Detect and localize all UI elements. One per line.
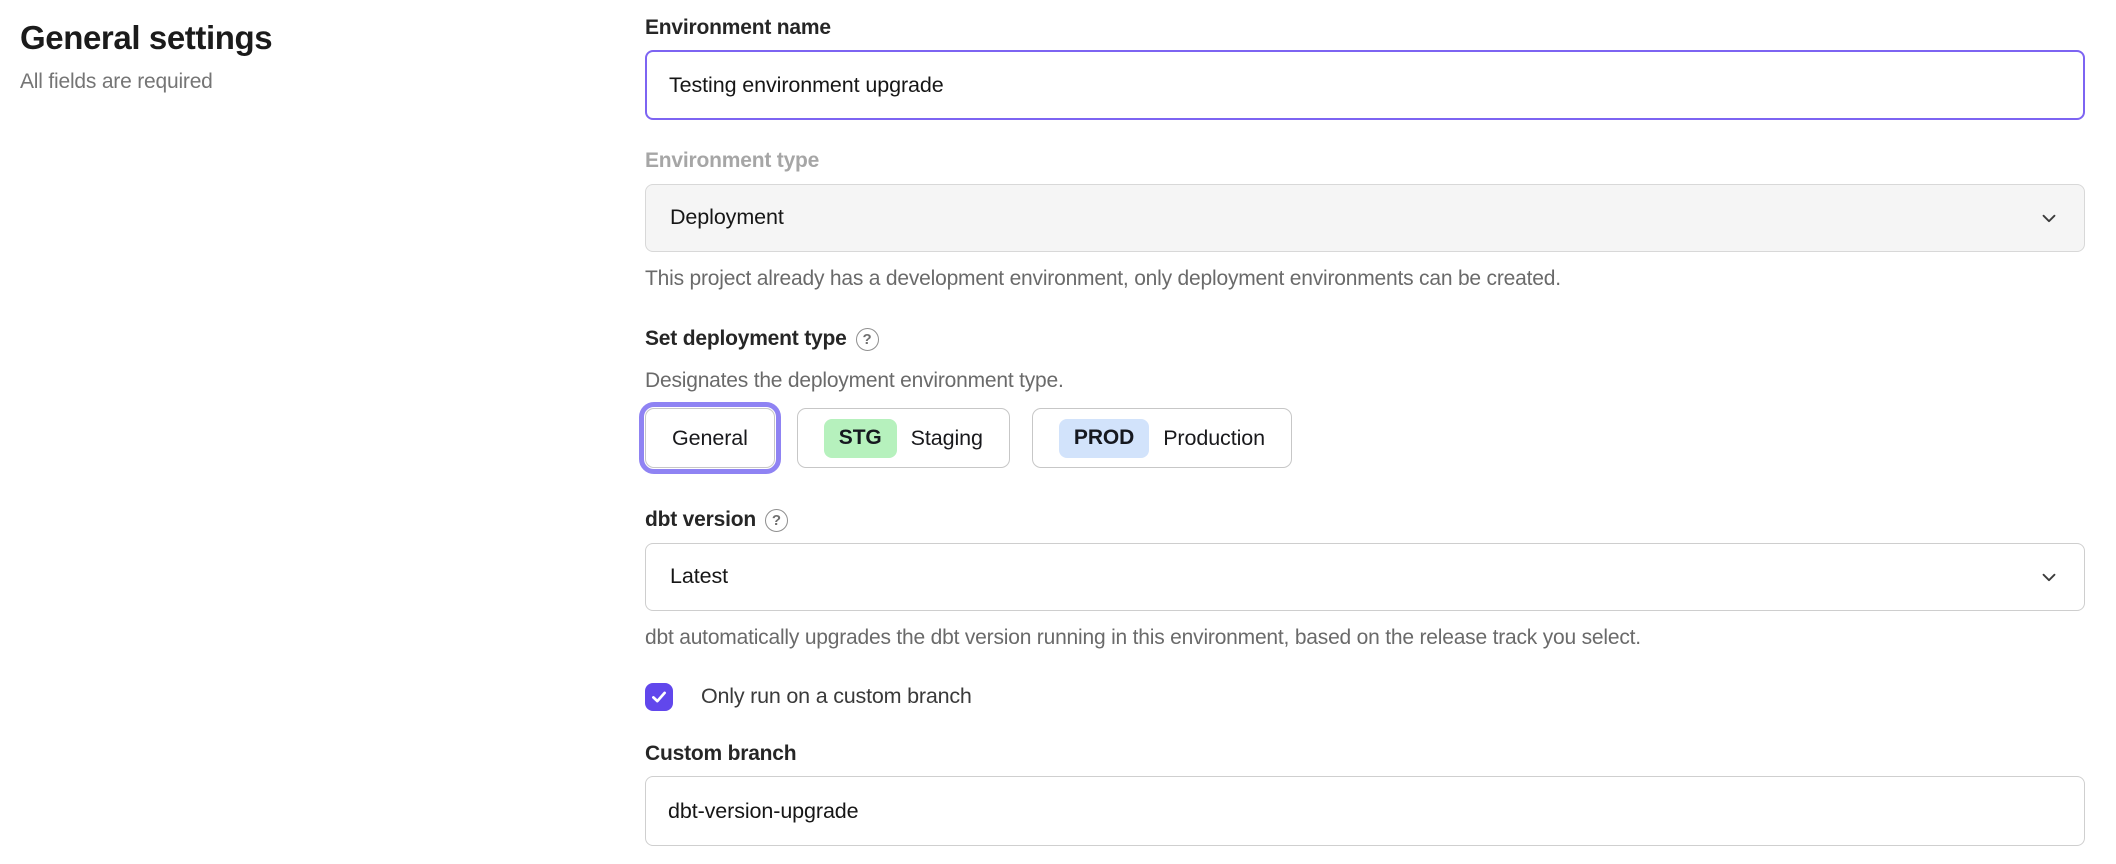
custom-branch-field: Custom branch dbt-version-upgrade (645, 740, 2085, 846)
environment-type-field: Environment type Deployment This project… (645, 147, 2085, 291)
help-icon[interactable]: ? (856, 328, 879, 351)
environment-name-label: Environment name (645, 14, 2085, 42)
general-button-label: General (672, 426, 748, 451)
custom-branch-checkbox[interactable] (645, 683, 673, 711)
staging-button-label: Staging (911, 426, 983, 451)
production-button-label: Production (1163, 426, 1265, 451)
environment-name-input[interactable]: Testing environment upgrade (645, 50, 2085, 120)
dbt-version-value: Latest (670, 564, 728, 589)
environment-settings-page: General settings All fields are required… (0, 0, 2116, 864)
chevron-down-icon (2038, 566, 2060, 588)
page-subtitle: All fields are required (20, 70, 645, 94)
environment-name-field: Environment name Testing environment upg… (645, 14, 2085, 120)
checkmark-icon (650, 688, 668, 706)
dbt-version-helper: dbt automatically upgrades the dbt versi… (645, 625, 2085, 650)
settings-header-column: General settings All fields are required (0, 0, 645, 864)
custom-branch-value: dbt-version-upgrade (668, 799, 859, 824)
dbt-version-select[interactable]: Latest (645, 543, 2085, 611)
environment-type-select[interactable]: Deployment (645, 184, 2085, 252)
settings-form: Environment name Testing environment upg… (645, 0, 2085, 864)
custom-branch-checkbox-row: Only run on a custom branch (645, 683, 2085, 711)
deployment-type-description: Designates the deployment environment ty… (645, 369, 2085, 393)
dbt-version-field: dbt version ? Latest dbt automatically u… (645, 506, 2085, 650)
page-title: General settings (20, 18, 645, 58)
staging-badge: STG (824, 419, 897, 458)
help-icon[interactable]: ? (765, 509, 788, 532)
environment-type-label: Environment type (645, 147, 2085, 175)
deployment-type-production-button[interactable]: PROD Production (1032, 408, 1292, 468)
chevron-down-icon (2038, 207, 2060, 229)
production-badge: PROD (1059, 419, 1149, 458)
dbt-version-label: dbt version (645, 506, 756, 534)
deployment-type-field: Set deployment type ? Designates the dep… (645, 325, 2085, 468)
environment-type-helper: This project already has a development e… (645, 266, 2085, 291)
deployment-type-label: Set deployment type (645, 325, 847, 353)
environment-type-value: Deployment (670, 205, 784, 230)
custom-branch-label: Custom branch (645, 740, 2085, 768)
deployment-type-general-button[interactable]: General (645, 408, 775, 468)
deployment-type-options: General STG Staging PROD Production (645, 408, 2085, 468)
environment-name-value: Testing environment upgrade (669, 73, 944, 98)
deployment-type-staging-button[interactable]: STG Staging (797, 408, 1010, 468)
custom-branch-input[interactable]: dbt-version-upgrade (645, 776, 2085, 846)
custom-branch-checkbox-label[interactable]: Only run on a custom branch (701, 684, 972, 709)
